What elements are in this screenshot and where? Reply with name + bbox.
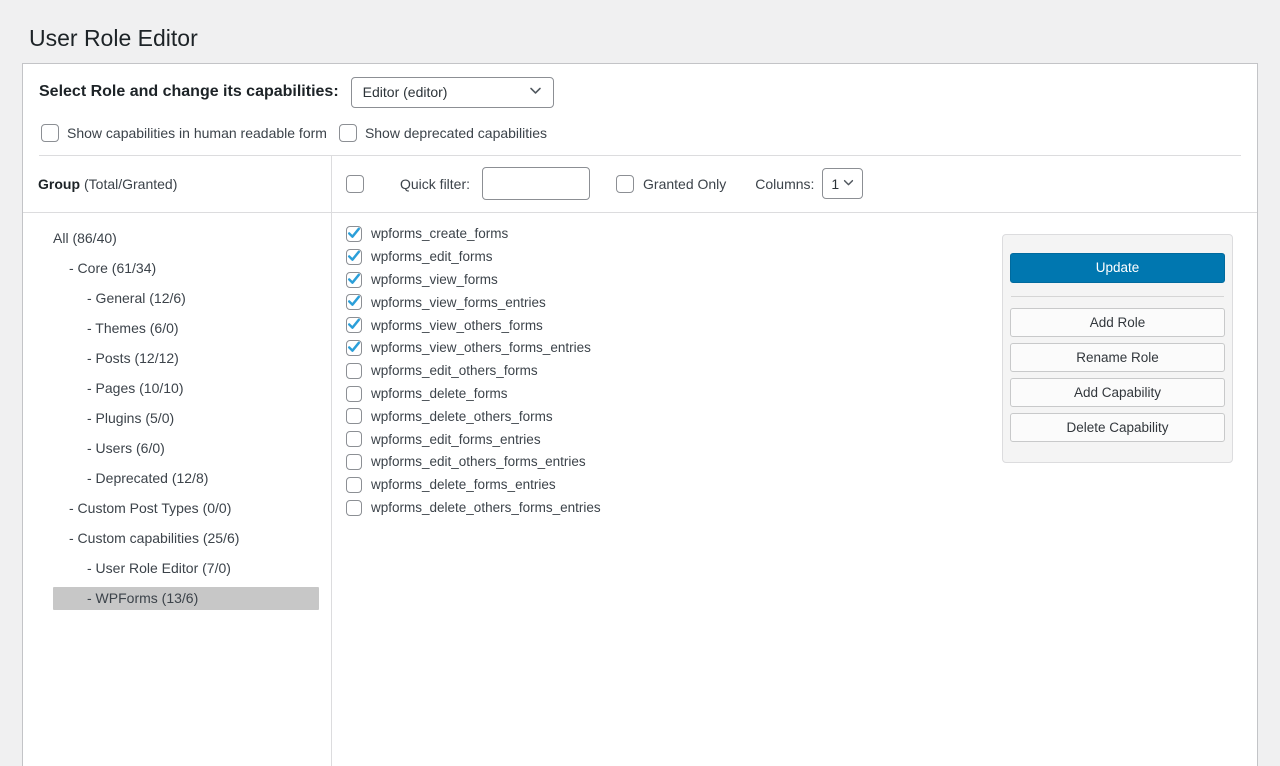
granted-only-checkbox[interactable] — [616, 175, 634, 193]
capability-checkbox[interactable] — [346, 500, 362, 516]
capability-label[interactable]: wpforms_delete_others_forms_entries — [371, 500, 601, 515]
capability-checkbox[interactable] — [346, 249, 362, 265]
capability-label[interactable]: wpforms_create_forms — [371, 226, 508, 241]
capability-label[interactable]: wpforms_delete_others_forms — [371, 409, 553, 424]
chevron-down-icon — [528, 83, 543, 101]
capability-label[interactable]: wpforms_edit_others_forms — [371, 363, 538, 378]
group-tree: All (86/40) - Core (61/34) - General (12/6… — [23, 213, 331, 617]
capability-checkbox[interactable] — [346, 294, 362, 310]
group-tree-item[interactable]: - Custom Post Types (0/0) — [53, 497, 319, 520]
capability-checkbox[interactable] — [346, 477, 362, 493]
capability-label[interactable]: wpforms_edit_forms — [371, 249, 493, 264]
group-tree-item[interactable]: - General (12/6) — [53, 287, 319, 310]
show-deprecated-label[interactable]: Show deprecated capabilities — [365, 125, 547, 141]
role-select-label: Select Role and change its capabilities: — [39, 83, 339, 101]
group-tree-item[interactable]: - Core (61/34) — [53, 257, 319, 280]
capability-label[interactable]: wpforms_edit_forms_entries — [371, 432, 541, 447]
group-tree-item[interactable]: All (86/40) — [53, 227, 319, 250]
chevron-down-icon — [842, 176, 855, 192]
capability-checkbox[interactable] — [346, 386, 362, 402]
groups-header: Group (Total/Granted) — [23, 156, 331, 213]
capability-label[interactable]: wpforms_edit_others_forms_entries — [371, 454, 586, 469]
delete-capability-button[interactable]: Delete Capability — [1010, 413, 1225, 442]
display-options-row: Show capabilities in human readable form… — [41, 124, 1241, 142]
group-tree-item[interactable]: - Plugins (5/0) — [53, 407, 319, 430]
group-tree-item[interactable]: - Pages (10/10) — [53, 377, 319, 400]
capability-checkbox[interactable] — [346, 317, 362, 333]
capability-checkbox[interactable] — [346, 363, 362, 379]
capability-checkbox[interactable] — [346, 454, 362, 470]
role-select-value: Editor (editor) — [363, 84, 448, 100]
groups-column: Group (Total/Granted) All (86/40) - Core … — [23, 156, 332, 766]
role-select-row: Select Role and change its capabilities:… — [39, 77, 1241, 108]
capabilities-list-area: wpforms_create_forms wpforms_edit_formswp… — [332, 213, 1257, 766]
capability-checkbox[interactable] — [346, 226, 362, 242]
rename-role-button[interactable]: Rename Role — [1010, 343, 1225, 372]
human-readable-label[interactable]: Show capabilities in human readable form — [67, 125, 327, 141]
add-role-button[interactable]: Add Role — [1010, 308, 1225, 337]
add-capability-button[interactable]: Add Capability — [1010, 378, 1225, 407]
page-title: User Role Editor — [29, 25, 1280, 53]
capability-label[interactable]: wpforms_view_forms_entries — [371, 295, 546, 310]
groups-header-subtitle: (Total/Granted) — [84, 176, 177, 192]
capability-checkbox[interactable] — [346, 340, 362, 356]
select-all-checkbox[interactable] — [346, 175, 364, 193]
group-tree-item[interactable]: - Users (6/0) — [53, 437, 319, 460]
actions-panel: Update Add Role Rename Role Add Capabili… — [1002, 234, 1233, 463]
divider — [1011, 296, 1224, 297]
capability-label[interactable]: wpforms_delete_forms_entries — [371, 477, 556, 492]
capability-label[interactable]: wpforms_view_others_forms_entries — [371, 340, 591, 355]
columns-select[interactable]: 1 — [822, 168, 863, 199]
group-tree-item[interactable]: - User Role Editor (7/0) — [53, 557, 319, 580]
columns-select-value: 1 — [831, 176, 839, 192]
capability-checkbox[interactable] — [346, 408, 362, 424]
group-tree-item[interactable]: - WPForms (13/6) — [53, 587, 319, 610]
human-readable-checkbox[interactable] — [41, 124, 59, 142]
quick-filter-label: Quick filter: — [400, 176, 470, 192]
group-tree-item[interactable]: - Deprecated (12/8) — [53, 467, 319, 490]
capability-label[interactable]: wpforms_view_others_forms — [371, 318, 543, 333]
columns-label: Columns: — [755, 176, 814, 192]
groups-header-title: Group — [38, 176, 80, 192]
capabilities-column: Quick filter: Granted Only Columns: 1 wp… — [332, 156, 1257, 766]
role-select[interactable]: Editor (editor) — [351, 77, 554, 108]
group-tree-item[interactable]: - Custom capabilities (25/6) — [53, 527, 319, 550]
capability-row: wpforms_delete_others_forms_entries — [346, 496, 1257, 519]
show-deprecated-checkbox[interactable] — [339, 124, 357, 142]
capability-label[interactable]: wpforms_view_forms — [371, 272, 498, 287]
filter-row: Quick filter: Granted Only Columns: 1 — [332, 156, 1257, 213]
group-tree-item[interactable]: - Posts (12/12) — [53, 347, 319, 370]
capability-row: wpforms_delete_forms_entries — [346, 473, 1257, 496]
capability-checkbox[interactable] — [346, 431, 362, 447]
user-role-editor-panel: Select Role and change its capabilities:… — [22, 63, 1258, 766]
capability-checkbox[interactable] — [346, 272, 362, 288]
capability-label[interactable]: wpforms_delete_forms — [371, 386, 508, 401]
quick-filter-input[interactable] — [482, 167, 590, 200]
group-tree-item[interactable]: - Themes (6/0) — [53, 317, 319, 340]
granted-only-label[interactable]: Granted Only — [643, 176, 726, 192]
update-button[interactable]: Update — [1010, 253, 1225, 283]
